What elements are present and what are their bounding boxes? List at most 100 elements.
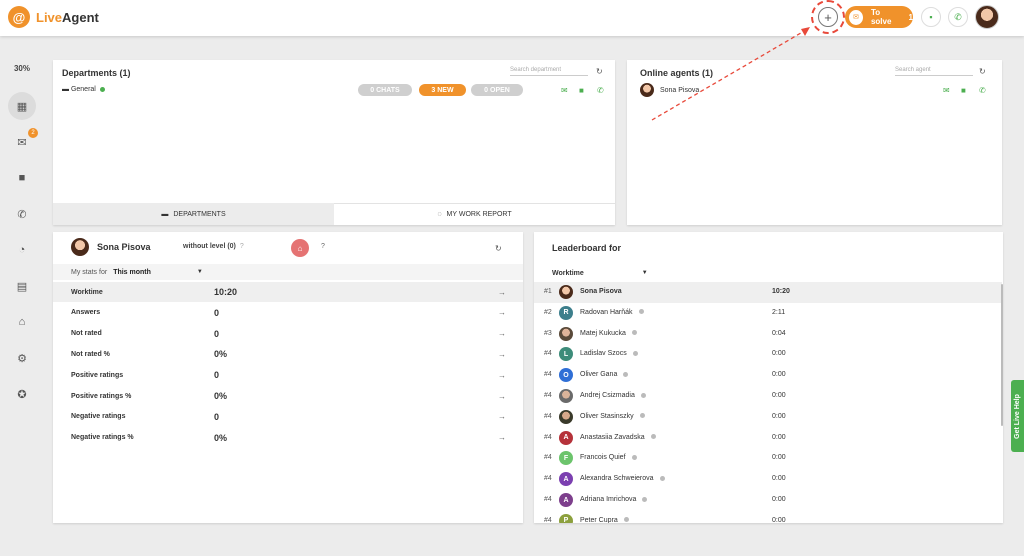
stats-row[interactable]: Negative ratings % 0% → (53, 428, 523, 448)
leaderboard-row[interactable]: #4 P Peter Cupra 0:00 (534, 511, 1002, 523)
leaderboard-row[interactable]: #4 O Oliver Gana 0:00 (534, 365, 1002, 386)
sidebar-item-chats[interactable]: ■ (8, 164, 36, 192)
stat-value: 0% (214, 432, 228, 443)
stats-row[interactable]: Not rated 0 → (53, 324, 523, 344)
chat-status-button[interactable]: ▪ (921, 7, 941, 27)
agent-avatar (559, 326, 573, 341)
bank-icon: ⌂ (18, 316, 26, 328)
arrow-right-icon[interactable]: → (498, 392, 506, 401)
call-status-button[interactable]: ✆ (948, 7, 968, 27)
rank: #4 (544, 433, 552, 441)
refresh-icon[interactable]: ↻ (979, 67, 986, 76)
arrow-right-icon[interactable]: → (498, 308, 506, 317)
agent-avatar: A (559, 472, 573, 487)
stats-row[interactable]: Answers 0 → (53, 303, 523, 323)
leaderboard-row[interactable]: #4 F Francois Quief 0:00 (534, 448, 1002, 469)
stats-row[interactable]: Not rated % 0% → (53, 344, 523, 364)
open-pill[interactable]: 0 OPEN (471, 84, 523, 96)
plus-icon[interactable]: + (818, 7, 838, 27)
agent-time: 0:00 (772, 475, 786, 483)
user-avatar[interactable] (975, 5, 999, 29)
agent-name: Sona Pisova (580, 288, 622, 295)
stats-period-filter[interactable]: My stats for This month ▼ (53, 264, 523, 280)
agent-time: 0:00 (772, 392, 786, 399)
stats-row[interactable]: Negative ratings 0 → (53, 407, 523, 427)
folder-icon: ▬ (161, 210, 169, 218)
stats-row[interactable]: Positive ratings 0 → (53, 365, 523, 385)
chats-pill[interactable]: 0 CHATS (358, 84, 412, 96)
leaderboard-row[interactable]: #3 Matej Kukucka 0:04 (534, 324, 1002, 345)
arrow-right-icon[interactable]: → (498, 412, 506, 421)
agent-avatar (71, 238, 89, 256)
agent-avatar: L (559, 347, 573, 362)
rank: #4 (544, 392, 552, 399)
leaderboard-row[interactable]: #4 Oliver Stasinszky 0:00 (534, 407, 1002, 428)
stats-row[interactable]: Worktime 10:20 → (53, 282, 523, 302)
refresh-icon[interactable]: ↻ (495, 244, 502, 253)
chat-icon[interactable]: ■ (579, 86, 584, 95)
stat-label: Negative ratings (71, 413, 126, 421)
search-agent-input[interactable]: Search agent (895, 67, 973, 76)
chat-icon[interactable]: ■ (961, 86, 966, 95)
rank: #4 (544, 350, 552, 358)
rank: #4 (544, 516, 552, 523)
agent-time: 0:00 (772, 454, 786, 462)
agent-time: 0:00 (772, 350, 786, 358)
new-pill[interactable]: 3 NEW (419, 84, 466, 96)
leaderboard-row[interactable]: #4 L Ladislav Szocs 0:00 (534, 344, 1002, 365)
leaderboard-panel: Leaderboard for Worktime ▼ #1 Sona Pisova… (534, 232, 1003, 523)
stat-value: 0 (214, 328, 220, 339)
search-department-input[interactable]: Search department (510, 67, 588, 76)
sidebar-item-knowledgebase[interactable]: ⌂ (8, 308, 36, 336)
tab-departments[interactable]: ▬ DEPARTMENTS (53, 203, 334, 225)
arrow-right-icon[interactable]: → (498, 288, 506, 297)
arrow-right-icon[interactable]: → (498, 433, 506, 442)
agent-name: Oliver Gana (580, 371, 629, 378)
tab-my-work-report[interactable]: ◌ MY WORK REPORT (334, 203, 615, 225)
agent-avatar: P (559, 513, 573, 523)
arrow-right-icon[interactable]: → (498, 329, 506, 338)
mail-icon[interactable]: ✉ (943, 86, 950, 95)
phone-icon[interactable]: ✆ (979, 86, 986, 95)
donut-chart-icon: ◔ (18, 244, 26, 256)
phone-icon[interactable]: ✆ (597, 86, 604, 95)
agent-avatar: R (559, 305, 573, 320)
scrollbar[interactable] (1001, 284, 1003, 426)
mail-icon: ✉ (17, 136, 27, 149)
my-stats-panel: Sona Pisova without level (0)? ⌂ ? ↻ My … (53, 232, 523, 523)
sidebar-item-contacts[interactable]: ▤ (8, 272, 36, 300)
level-help-icon[interactable]: ? (321, 243, 325, 250)
stat-value: 0% (214, 349, 228, 360)
sidebar-item-configuration[interactable]: ⚙ (8, 344, 36, 372)
leaderboard-row[interactable]: #2 R Radovan Harňák 2:11 (534, 303, 1002, 324)
leaderboard-row[interactable]: #4 A Anastasiia Zavadska 0:00 (534, 428, 1002, 449)
department-item[interactable]: ▬ General (62, 86, 105, 93)
online-agent-item[interactable]: Sona Pisova (640, 83, 699, 97)
sidebar: 30% ▦ ✉ 2 ■ ✆ ◔ ▤ ⌂ ⚙ ✪ (0, 36, 44, 556)
sidebar-item-dashboard[interactable]: ▦ (8, 92, 36, 120)
stats-row[interactable]: Positive ratings % 0% → (53, 386, 523, 406)
leaderboard-metric-filter[interactable]: Worktime ▼ (534, 265, 1002, 281)
logo[interactable]: @ LiveAgent (8, 6, 99, 28)
agent-name: Anastasiia Zavadska (580, 434, 656, 441)
sidebar-item-reports[interactable]: ◔ (8, 236, 36, 264)
status-dot (650, 434, 656, 440)
agent-time: 0:00 (772, 433, 786, 441)
mail-icon[interactable]: ✉ (561, 86, 568, 95)
leaderboard-row[interactable]: #1 Sona Pisova 10:20 (534, 282, 1002, 303)
leaderboard-row[interactable]: #4 Andrej Csizmadia 0:00 (534, 386, 1002, 407)
arrow-right-icon[interactable]: → (498, 350, 506, 359)
leaderboard-row[interactable]: #4 A Adriana Imrichova 0:00 (534, 490, 1002, 511)
get-live-help-button[interactable]: Get Live Help (1011, 380, 1024, 452)
rank: #4 (544, 475, 552, 483)
status-dot (659, 475, 665, 481)
stat-label: Negative ratings % (71, 434, 134, 442)
refresh-icon[interactable]: ↻ (596, 67, 603, 76)
to-solve-button[interactable]: ✉ To solve 1 (845, 6, 913, 28)
agent-time: 10:20 (772, 288, 790, 295)
caret-down-icon: ▼ (641, 270, 648, 276)
sidebar-item-plugins[interactable]: ✪ (8, 380, 36, 408)
sidebar-item-calls[interactable]: ✆ (8, 200, 36, 228)
arrow-right-icon[interactable]: → (498, 371, 506, 380)
leaderboard-row[interactable]: #4 A Alexandra Schweierova 0:00 (534, 469, 1002, 490)
